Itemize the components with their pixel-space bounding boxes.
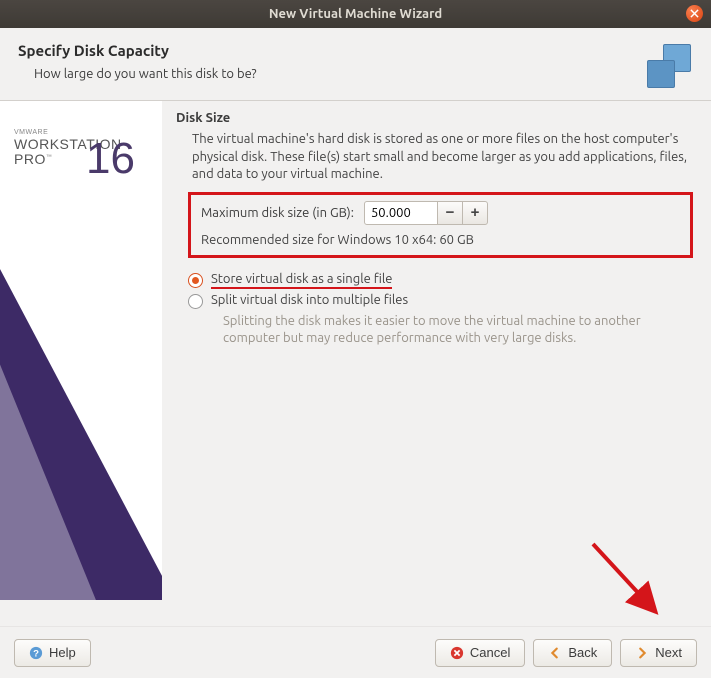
disk-icon: [645, 42, 693, 90]
radio-single-label: Store virtual disk as a single file: [211, 272, 392, 289]
disk-size-box: Maximum disk size (in GB): − + Recommend…: [188, 192, 693, 258]
section-title: Disk Size: [176, 111, 693, 125]
radio-split-files[interactable]: Split virtual disk into multiple files: [188, 293, 693, 309]
help-icon: ?: [29, 646, 43, 660]
radio-single-file[interactable]: Store virtual disk as a single file: [188, 272, 693, 289]
section-description: The virtual machine's hard disk is store…: [192, 131, 693, 184]
disk-size-stepper: − +: [364, 201, 488, 225]
sidebar-brand: VMWARE WORKSTATION PRO™ 16: [0, 101, 162, 600]
brand-version: 16: [86, 135, 135, 183]
cancel-button[interactable]: Cancel: [435, 639, 525, 667]
main-area: VMWARE WORKSTATION PRO™ 16 Disk Size The…: [0, 100, 711, 600]
split-help-text: Splitting the disk makes it easier to mo…: [223, 313, 693, 348]
disk-size-input[interactable]: [364, 201, 438, 225]
radio-split-label: Split virtual disk into multiple files: [211, 293, 408, 307]
close-icon: [690, 9, 699, 18]
radio-icon: [188, 294, 203, 309]
back-button[interactable]: Back: [533, 639, 612, 667]
chevron-left-icon: [548, 646, 562, 660]
wizard-footer: ? Help Cancel Back Next: [0, 626, 711, 678]
content-panel: Disk Size The virtual machine's hard dis…: [162, 101, 711, 600]
next-button[interactable]: Next: [620, 639, 697, 667]
wizard-header: Specify Disk Capacity How large do you w…: [0, 28, 711, 100]
max-size-label: Maximum disk size (in GB):: [201, 206, 354, 220]
radio-icon: [188, 273, 203, 288]
recommended-size: Recommended size for Windows 10 x64: 60 …: [201, 233, 680, 247]
help-button[interactable]: ? Help: [14, 639, 91, 667]
svg-text:?: ?: [33, 648, 39, 659]
page-title: Specify Disk Capacity: [18, 42, 257, 59]
brand-line3: PRO: [14, 152, 46, 167]
cancel-icon: [450, 646, 464, 660]
titlebar: New Virtual Machine Wizard: [0, 0, 711, 28]
decrease-button[interactable]: −: [437, 201, 463, 225]
chevron-right-icon: [635, 646, 649, 660]
window-title: New Virtual Machine Wizard: [269, 7, 442, 21]
increase-button[interactable]: +: [462, 201, 488, 225]
storage-options: Store virtual disk as a single file Spli…: [188, 272, 693, 348]
close-button[interactable]: [686, 5, 703, 22]
page-subtitle: How large do you want this disk to be?: [34, 67, 257, 81]
